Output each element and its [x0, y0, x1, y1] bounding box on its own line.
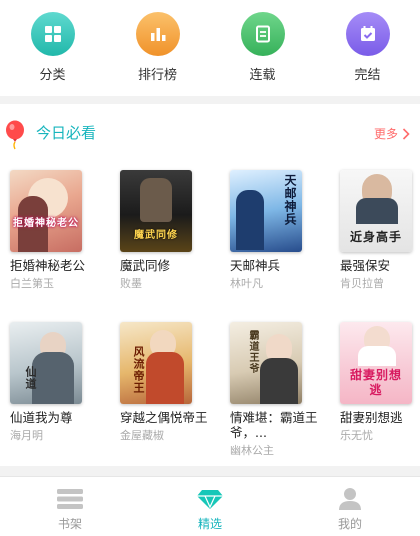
- book-title: 魔武同修: [120, 258, 171, 273]
- bookshelf-icon: [57, 489, 83, 509]
- balloon-icon: [6, 120, 24, 150]
- cover-title: 拒婚神秘老公: [13, 218, 79, 229]
- today-section: 今日必看 更多 拒婚神秘老公 拒婚神秘老公 白兰第玉 魔武同修 魔武同修 败墨 …: [0, 104, 420, 466]
- nav-label: 我的: [337, 517, 362, 531]
- cover-title: 近身高手: [349, 230, 402, 244]
- book-card[interactable]: 甜妻别想逃 甜妻别想逃 乐无忧: [340, 322, 420, 443]
- bottom-nav: 书架 精选 我的: [0, 476, 420, 536]
- nav-item-mine[interactable]: 我的: [300, 477, 400, 536]
- book-cover: 天邮神兵: [230, 170, 302, 252]
- document-icon: [240, 12, 285, 56]
- book-cover: 甜妻别想逃: [340, 322, 412, 404]
- book-title: 拒婚神秘老公: [10, 258, 86, 273]
- nav-item-featured[interactable]: 精选: [160, 477, 260, 536]
- book-cover: 霸道王爷: [230, 322, 302, 404]
- section-header: 今日必看 更多: [0, 112, 420, 152]
- category-label: 连载: [249, 68, 276, 83]
- book-card[interactable]: 拒婚神秘老公 拒婚神秘老公 白兰第玉: [10, 170, 100, 291]
- chevron-right-icon: [402, 127, 410, 140]
- category-item-finished[interactable]: 完结: [323, 0, 413, 96]
- book-title: 最强保安: [340, 258, 391, 273]
- book-title: 天邮神兵: [230, 258, 281, 273]
- category-item-ranking[interactable]: 排行榜: [113, 0, 203, 96]
- category-label: 分类: [39, 68, 66, 83]
- book-author: 白兰第玉: [10, 277, 54, 290]
- cover-title: 魔武同修: [134, 230, 178, 241]
- user-icon: [339, 488, 361, 510]
- cover-title: 霸道王爷: [247, 330, 258, 374]
- book-card[interactable]: 仙道 仙道我为尊 海月明: [10, 322, 100, 443]
- category-label: 完结: [354, 68, 381, 83]
- book-cover: 近身高手: [340, 170, 412, 252]
- nav-label: 书架: [57, 517, 82, 531]
- book-cover: 魔武同修: [120, 170, 192, 252]
- book-cover: 仙道: [10, 322, 82, 404]
- book-cover: 风流帝王: [120, 322, 192, 404]
- book-author: 肯贝拉曾: [340, 277, 384, 290]
- calendar-check-icon: [345, 12, 390, 56]
- app-screen: 分类 排行榜 连载 完结 今日必看 更多 拒婚神秘老公 拒婚神秘老公 白兰第玉 …: [0, 0, 420, 536]
- book-author: 海月明: [10, 429, 43, 442]
- book-author: 林叶凡: [230, 277, 263, 290]
- cover-title: 天邮神兵: [283, 174, 297, 226]
- book-author: 乐无忧: [340, 429, 373, 442]
- cover-title: 甜妻别想逃: [349, 368, 402, 397]
- book-title: 仙道我为尊: [10, 410, 73, 425]
- cover-title: 仙道: [24, 366, 37, 390]
- book-title: 穿越之偶悦帝王: [120, 410, 208, 425]
- more-link[interactable]: 更多: [374, 125, 410, 142]
- book-author: 败墨: [120, 277, 142, 290]
- more-label: 更多: [373, 127, 398, 141]
- nav-label: 精选: [197, 517, 222, 531]
- grid-icon: [30, 12, 75, 56]
- category-item-classify[interactable]: 分类: [8, 0, 98, 96]
- book-title: 甜妻别想逃: [340, 410, 403, 425]
- nav-item-bookshelf[interactable]: 书架: [20, 477, 120, 536]
- book-card[interactable]: 魔武同修 魔武同修 败墨: [120, 170, 210, 291]
- section-title: 今日必看: [36, 124, 97, 142]
- cover-title: 风流帝王: [132, 346, 145, 394]
- book-card[interactable]: 霸道王爷 情难堪：霸道王爷，... 幽林公主: [230, 322, 320, 458]
- category-bar: 分类 排行榜 连载 完结: [0, 0, 420, 96]
- diamond-icon: [197, 490, 223, 509]
- category-label: 排行榜: [137, 68, 177, 83]
- category-item-serial[interactable]: 连载: [218, 0, 308, 96]
- book-cover: 拒婚神秘老公: [10, 170, 82, 252]
- book-title: 情难堪：霸道王爷，...: [230, 410, 318, 440]
- book-card[interactable]: 风流帝王 穿越之偶悦帝王 金屋藏椒: [120, 322, 210, 443]
- bar-chart-icon: [135, 12, 180, 56]
- book-author: 金屋藏椒: [120, 429, 164, 442]
- book-author: 幽林公主: [230, 444, 274, 457]
- book-card[interactable]: 天邮神兵 天邮神兵 林叶凡: [230, 170, 320, 291]
- book-card[interactable]: 近身高手 最强保安 肯贝拉曾: [340, 170, 420, 291]
